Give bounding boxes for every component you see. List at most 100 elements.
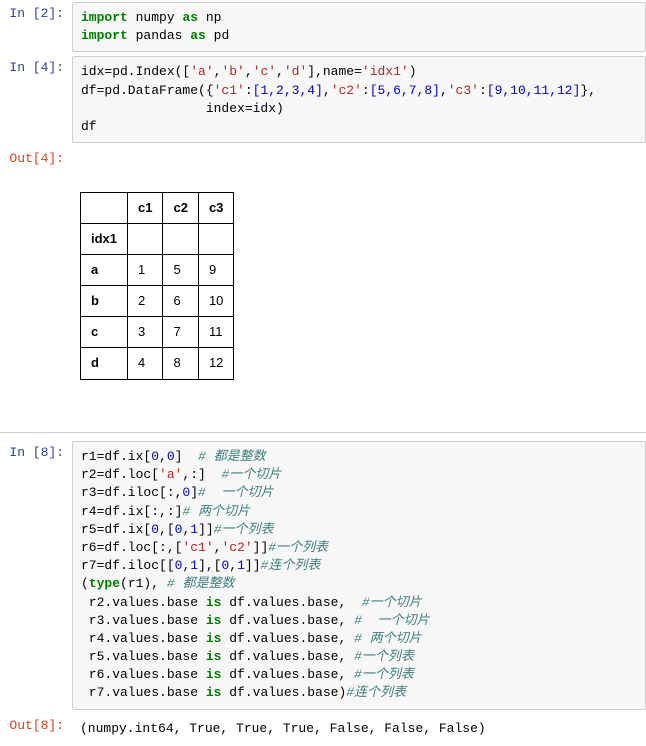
comment: #一个切片 xyxy=(221,467,281,482)
str: 'c3' xyxy=(448,83,479,98)
num: [5,6,7,8] xyxy=(370,83,440,98)
str: 'idx1' xyxy=(362,64,409,79)
comment: #一个切片 xyxy=(362,595,422,610)
kw-import: import xyxy=(81,10,128,25)
code: r2.values.base xyxy=(81,595,206,610)
code: r7=df.iloc[[ xyxy=(81,558,175,573)
kw-is: is xyxy=(206,595,222,610)
code: df.values.base, xyxy=(221,649,354,664)
num: 1 xyxy=(237,558,245,573)
code: r3=df.iloc[:, xyxy=(81,485,182,500)
row-idx: c xyxy=(81,317,128,348)
comment: # 一个切片 xyxy=(198,485,273,500)
th-blank xyxy=(81,192,128,223)
table-index-row: idx1 xyxy=(81,223,234,254)
code: ],[ xyxy=(198,558,221,573)
code: index=idx) xyxy=(81,101,284,116)
th-c3: c3 xyxy=(198,192,233,223)
code: }, xyxy=(580,83,596,98)
code: df.values.base, xyxy=(221,613,354,628)
code: , xyxy=(159,449,167,464)
kw-is: is xyxy=(206,685,222,700)
cell: 8 xyxy=(163,348,198,379)
kw-is: is xyxy=(206,613,222,628)
code: ],name= xyxy=(307,64,362,79)
cell: 3 xyxy=(128,317,163,348)
table-row: a159 xyxy=(81,254,234,285)
kw-as: as xyxy=(182,10,198,25)
str: 'c1' xyxy=(214,83,245,98)
output-4: c1 c2 c3 idx1 a159 b2610 c3711 d4812 xyxy=(72,147,646,424)
out-prompt-4: Out[4]: xyxy=(0,147,72,424)
kw-import: import xyxy=(81,28,128,43)
code: r3.values.base xyxy=(81,613,206,628)
cell-in-2: In [2]: import numpy as np import pandas… xyxy=(0,0,646,54)
code: df.values.base, xyxy=(221,631,354,646)
code: ,:] xyxy=(182,467,221,482)
comment: #一个列表 xyxy=(214,522,274,537)
cell: 4 xyxy=(128,348,163,379)
code: ]] xyxy=(198,522,214,537)
row-idx: b xyxy=(81,286,128,317)
comment: #一个列表 xyxy=(354,649,414,664)
in-prompt-8: In [8]: xyxy=(0,441,72,710)
table-row: d4812 xyxy=(81,348,234,379)
th-index-name: idx1 xyxy=(81,223,128,254)
table-row: b2610 xyxy=(81,286,234,317)
num: [1,2,3,4] xyxy=(253,83,323,98)
str: 'c1' xyxy=(182,540,213,555)
code: ]] xyxy=(245,558,261,573)
str: 'a' xyxy=(190,64,213,79)
code-input-8[interactable]: r1=df.ix[0,0] # 都是整数 r2=df.loc['a',:] #一… xyxy=(72,441,646,710)
str: 'c' xyxy=(253,64,276,79)
code: r6.values.base xyxy=(81,667,206,682)
kw-is: is xyxy=(206,667,222,682)
row-idx: d xyxy=(81,348,128,379)
code-input-4[interactable]: idx=pd.Index(['a','b','c','d'],name='idx… xyxy=(72,56,646,143)
separator xyxy=(0,432,646,433)
code: r1=df.ix[ xyxy=(81,449,151,464)
cell: 6 xyxy=(163,286,198,317)
comment: # 都是整数 xyxy=(198,449,266,464)
row-idx: a xyxy=(81,254,128,285)
code: r5=df.ix[ xyxy=(81,522,151,537)
code: r5.values.base xyxy=(81,649,206,664)
cell: 10 xyxy=(198,286,233,317)
code: r6=df.loc[:,[ xyxy=(81,540,182,555)
comment: # 两个切片 xyxy=(182,504,250,519)
cell: 5 xyxy=(163,254,198,285)
num: [9,10,11,12] xyxy=(487,83,581,98)
mod-pandas: pandas xyxy=(136,28,183,43)
code: ,[ xyxy=(159,522,175,537)
str: 'c2' xyxy=(331,83,362,98)
cell-out-8: Out[8]: (numpy.int64, True, True, True, … xyxy=(0,712,646,746)
kw-is: is xyxy=(206,631,222,646)
th-c1: c1 xyxy=(128,192,163,223)
code: ] xyxy=(190,485,198,500)
num: 0 xyxy=(151,449,159,464)
cell-in-4: In [4]: idx=pd.Index(['a','b','c','d'],n… xyxy=(0,54,646,145)
alias-np: np xyxy=(206,10,222,25)
comment: #连个列表 xyxy=(346,685,406,700)
fn-type: type xyxy=(89,576,120,591)
code: ]] xyxy=(253,540,269,555)
cell-in-8: In [8]: r1=df.ix[0,0] # 都是整数 r2=df.loc['… xyxy=(0,439,646,712)
code: r4.values.base xyxy=(81,631,206,646)
comment: # 两个切片 xyxy=(354,631,422,646)
num: 1 xyxy=(190,522,198,537)
kw-is: is xyxy=(206,649,222,664)
code: ] xyxy=(175,449,198,464)
cell: 7 xyxy=(163,317,198,348)
comment: # 都是整数 xyxy=(167,576,235,591)
code-input-2[interactable]: import numpy as np import pandas as pd xyxy=(72,2,646,52)
cell-out-4: Out[4]: c1 c2 c3 idx1 a159 b2610 c3711 d… xyxy=(0,145,646,426)
code: df xyxy=(81,119,97,134)
code: r7.values.base xyxy=(81,685,206,700)
in-prompt-2: In [2]: xyxy=(0,2,72,52)
comment: #一个列表 xyxy=(354,667,414,682)
cell: 11 xyxy=(198,317,233,348)
str: 'd' xyxy=(284,64,307,79)
code: df.values.base, xyxy=(221,667,354,682)
str: 'b' xyxy=(221,64,244,79)
str: 'c2' xyxy=(221,540,252,555)
